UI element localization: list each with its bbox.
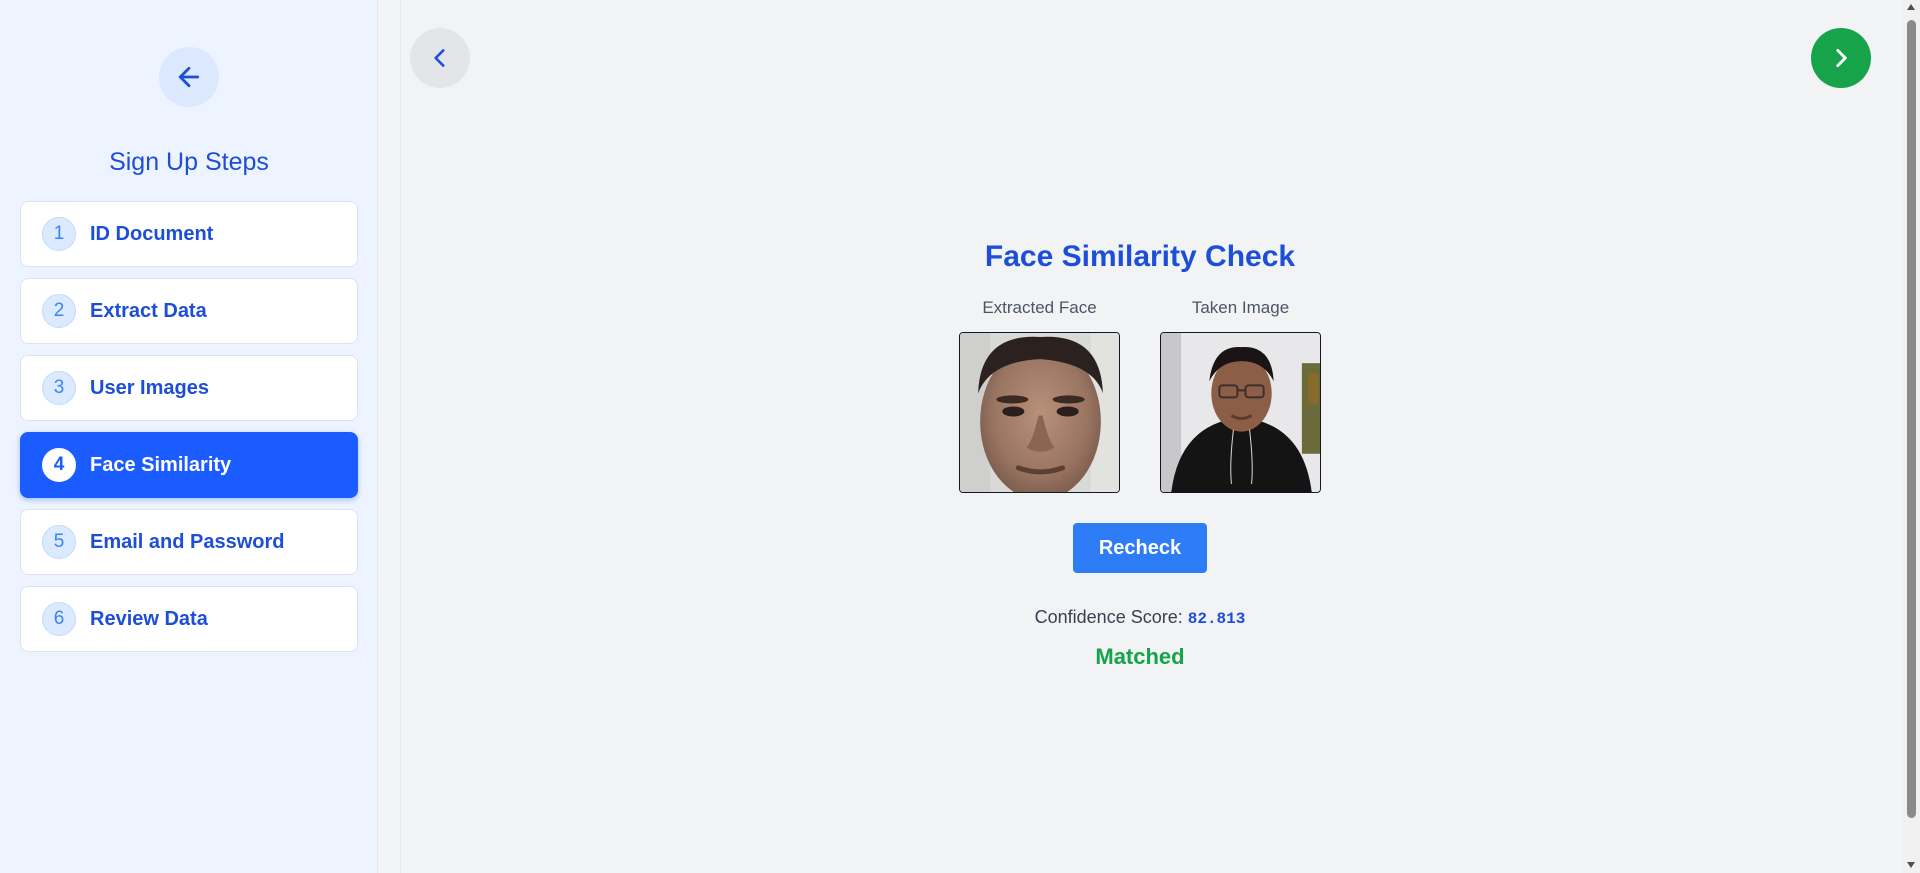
face-check-section: Face Similarity Check Extracted Face Tak…	[959, 240, 1321, 670]
step-label: ID Document	[90, 222, 214, 245]
taken-image-label: Taken Image	[1191, 298, 1290, 317]
extracted-face-label: Extracted Face	[982, 298, 1097, 317]
step-list: 1 ID Document 2 Extract Data 3 User Imag…	[20, 201, 358, 663]
step-review-data[interactable]: 6 Review Data	[20, 586, 358, 652]
scrollbar-thumb[interactable]	[1907, 20, 1916, 818]
confidence-score: Confidence Score: 82.813	[960, 607, 1320, 628]
page-title: Face Similarity Check	[984, 240, 1296, 273]
scroll-up-icon[interactable]	[1907, 4, 1915, 10]
step-number: 2	[42, 294, 76, 328]
page-scrollbar[interactable]	[1903, 0, 1920, 873]
next-step-button[interactable]	[1811, 28, 1871, 88]
arrow-left-icon	[178, 66, 200, 88]
taken-image-column: Taken Image	[1160, 298, 1321, 493]
previous-step-button[interactable]	[410, 28, 470, 88]
back-button[interactable]	[159, 47, 219, 107]
step-email-password[interactable]: 5 Email and Password	[20, 509, 358, 575]
chevron-right-icon	[1836, 49, 1847, 67]
step-number: 5	[42, 525, 76, 559]
taken-image	[1160, 332, 1321, 493]
extracted-face-image	[959, 332, 1120, 493]
step-user-images[interactable]: 3 User Images	[20, 355, 358, 421]
step-label: Email and Password	[90, 530, 285, 553]
face-comparison: Extracted Face Taken Image	[959, 298, 1321, 493]
step-face-similarity[interactable]: 4 Face Similarity	[20, 432, 358, 498]
step-id-document[interactable]: 1 ID Document	[20, 201, 358, 267]
step-label: Extract Data	[90, 299, 207, 322]
step-number: 1	[42, 217, 76, 251]
step-extract-data[interactable]: 2 Extract Data	[20, 278, 358, 344]
sidebar: Sign Up Steps 1 ID Document 2 Extract Da…	[0, 0, 378, 873]
step-label: Review Data	[90, 607, 208, 630]
step-label: Face Similarity	[90, 453, 232, 476]
step-number: 3	[42, 371, 76, 405]
scroll-down-icon[interactable]	[1907, 862, 1915, 868]
sidebar-title: Sign Up Steps	[109, 148, 269, 176]
recheck-button[interactable]: Recheck	[1073, 523, 1207, 573]
confidence-score-value: 82.813	[1187, 610, 1246, 628]
confidence-score-label: Confidence Score:	[1034, 607, 1183, 627]
step-number: 6	[42, 602, 76, 636]
extracted-face-column: Extracted Face	[959, 298, 1120, 493]
match-result: Matched	[1095, 644, 1185, 669]
chevron-left-icon	[434, 49, 445, 67]
step-number: 4	[42, 448, 76, 482]
step-label: User Images	[90, 376, 209, 399]
